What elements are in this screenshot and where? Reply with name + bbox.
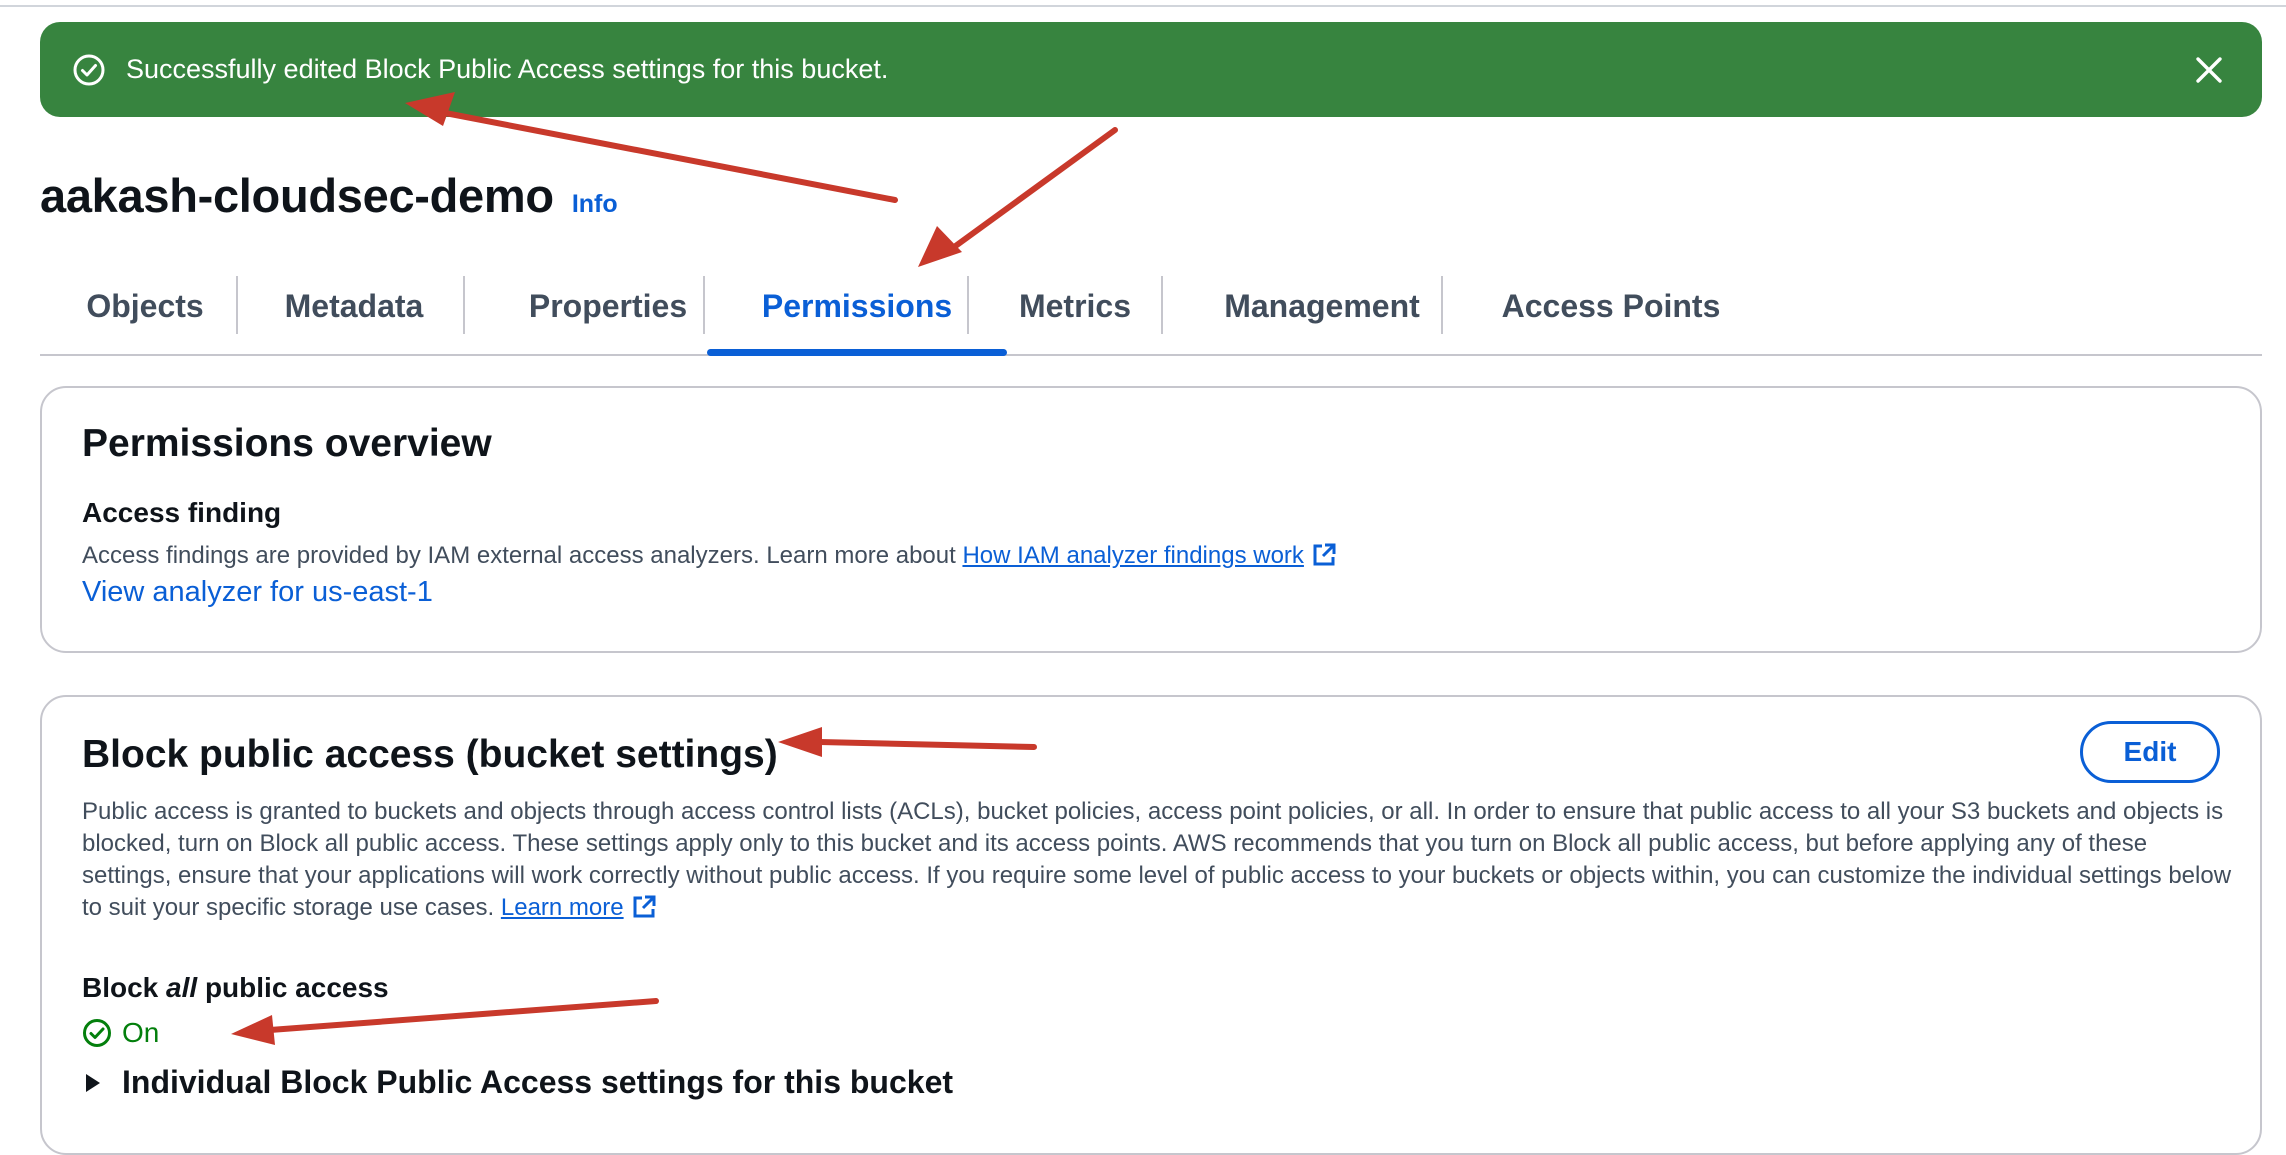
- close-icon[interactable]: [2194, 55, 2224, 85]
- expander-label: Individual Block Public Access settings …: [122, 1064, 954, 1100]
- iam-analyzer-doc-link[interactable]: How IAM analyzer findings work: [962, 542, 1337, 569]
- edit-button[interactable]: Edit: [2080, 721, 2220, 783]
- tab-objects[interactable]: Objects: [82, 272, 208, 354]
- description-text: Public access is granted to buckets and …: [82, 798, 2232, 921]
- permissions-overview-panel: Permissions overview Access finding Acce…: [40, 386, 2262, 653]
- tab-divider: [1441, 276, 1443, 334]
- status-text: On: [122, 1017, 160, 1048]
- tab-management[interactable]: Management: [1199, 272, 1445, 354]
- success-flash-banner: Successfully edited Block Public Access …: [40, 22, 2262, 117]
- external-link-icon: [1310, 541, 1338, 578]
- external-link-icon: [630, 893, 658, 930]
- tab-permissions[interactable]: Permissions: [707, 272, 1007, 356]
- top-divider: [0, 5, 2286, 7]
- block-public-access-panel: Block public access (bucket settings) Ed…: [40, 695, 2262, 1155]
- tab-properties[interactable]: Properties: [502, 272, 714, 354]
- view-analyzer-link[interactable]: View analyzer for us-east-1: [82, 576, 433, 609]
- flash-message: Successfully edited Block Public Access …: [126, 54, 889, 84]
- panel-title: Block public access (bucket settings): [82, 733, 778, 776]
- learn-more-link[interactable]: Learn more: [501, 894, 658, 921]
- status-indicator: On: [82, 1017, 159, 1049]
- access-finding-label: Access finding: [82, 497, 282, 528]
- page-header: aakash-cloudsec-demo Info: [40, 168, 618, 223]
- caret-right-icon: [86, 1073, 100, 1092]
- info-link[interactable]: Info: [572, 190, 618, 219]
- annotation-arrow: [947, 127, 1118, 253]
- block-public-access-description: Public access is granted to buckets and …: [82, 796, 2232, 930]
- tab-metrics[interactable]: Metrics: [1007, 272, 1143, 354]
- label-suffix: public access: [204, 972, 389, 1003]
- tab-divider: [703, 276, 705, 334]
- access-finding-description: Access findings are provided by IAM exte…: [82, 540, 1338, 578]
- page-title: aakash-cloudsec-demo: [40, 169, 554, 222]
- tab-divider: [463, 276, 465, 334]
- annotation-arrowhead: [918, 226, 962, 267]
- learn-more-text: Learn more: [500, 894, 624, 921]
- tab-divider: [1161, 276, 1163, 334]
- panel-title: Permissions overview: [82, 422, 492, 465]
- tab-metadata[interactable]: Metadata: [272, 272, 436, 354]
- block-all-public-access-label: Block all public access: [82, 972, 389, 1004]
- tab-divider: [236, 276, 238, 334]
- tab-divider: [967, 276, 969, 334]
- iam-analyzer-link-text: How IAM analyzer findings work: [962, 542, 1304, 569]
- access-finding-text: Access findings are provided by IAM exte…: [82, 542, 956, 569]
- label-emphasis: all: [166, 972, 198, 1003]
- tab-bar: Objects Metadata Properties Permissions …: [40, 272, 2262, 356]
- check-circle-icon: [72, 53, 106, 87]
- tab-access-points[interactable]: Access Points: [1482, 272, 1740, 354]
- individual-settings-expander[interactable]: Individual Block Public Access settings …: [86, 1064, 953, 1101]
- label-prefix: Block: [82, 972, 159, 1003]
- check-circle-icon: [82, 1018, 112, 1048]
